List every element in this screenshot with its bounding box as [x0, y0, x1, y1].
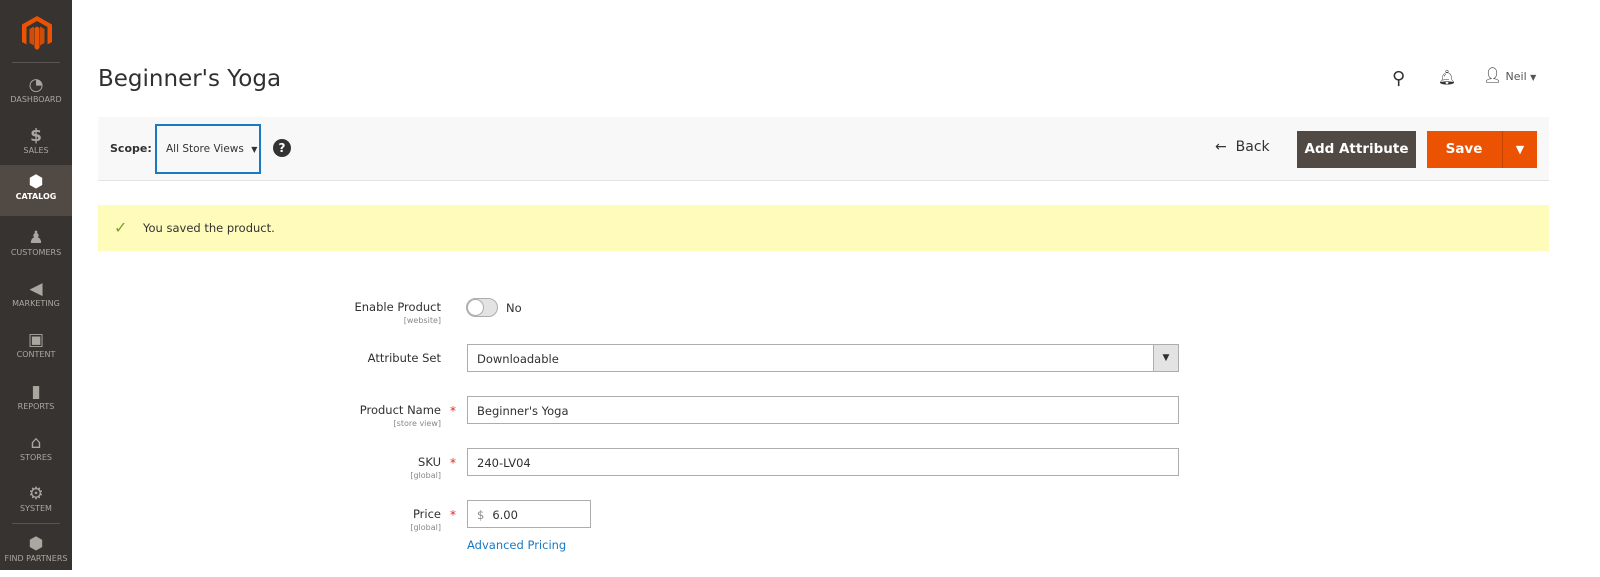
page-title: Beginner's Yoga — [98, 66, 282, 92]
required-marker: * — [450, 456, 456, 470]
admin-sidebar: ◔ DASHBOARD $ SALES ⬢ CATALOG ♟ CUSTOMERS ◀ M… — [0, 0, 72, 570]
save-options-toggle[interactable]: ▼ — [1502, 131, 1537, 168]
checkmark-icon: ✓ — [114, 218, 128, 237]
toggle-knob — [467, 299, 484, 316]
sidebar-divider — [12, 62, 60, 63]
scope-hint: [global] — [410, 471, 441, 480]
save-split-button: Save ▼ — [1427, 131, 1537, 168]
scope-label: Scope: — [110, 142, 152, 155]
store-icon: ⌂ — [30, 433, 42, 453]
sku-label: SKU — [418, 455, 441, 469]
user-menu[interactable]: 👤︎ Neil ▼ — [1483, 66, 1536, 84]
sidebar-item-sales[interactable]: $ SALES — [0, 119, 72, 169]
megaphone-icon: ◀ — [29, 279, 43, 299]
sidebar-item-reports[interactable]: ▮ REPORTS — [0, 375, 72, 425]
sidebar-divider — [12, 523, 60, 524]
scope-hint: [store view] — [393, 419, 441, 428]
chevron-down-icon: ▼ — [1153, 345, 1178, 371]
product-name-input[interactable]: Beginner's Yoga — [467, 396, 1179, 424]
dashboard-gauge-icon: ◔ — [28, 75, 44, 95]
sidebar-item-catalog[interactable]: ⬢ CATALOG — [0, 165, 72, 216]
advanced-pricing-link[interactable]: Advanced Pricing — [467, 538, 566, 552]
currency-symbol: $ — [477, 508, 485, 522]
scope-hint: [website] — [403, 316, 441, 325]
scope-switcher[interactable]: All Store Views ▼ — [155, 124, 261, 174]
chevron-down-icon: ▼ — [1530, 73, 1537, 82]
help-icon[interactable]: ? — [273, 139, 291, 157]
magento-logo[interactable] — [22, 16, 52, 50]
save-button[interactable]: Save — [1427, 131, 1501, 168]
bell-icon[interactable]: 🔔︎ — [1438, 70, 1456, 86]
dollar-icon: $ — [30, 126, 42, 146]
box-icon: ⬢ — [28, 172, 44, 192]
attribute-set-select[interactable]: Downloadable ▼ — [467, 344, 1179, 372]
product-name-label: Product Name — [359, 403, 441, 417]
user-icon: 👤︎ — [1483, 66, 1503, 84]
enable-product-label: Enable Product — [354, 300, 442, 314]
bar-chart-icon: ▮ — [31, 382, 41, 402]
blocks-icon: ⬢ — [28, 534, 44, 554]
back-button[interactable]: ← Back — [1215, 139, 1270, 155]
sidebar-item-content[interactable]: ▣ CONTENT — [0, 323, 72, 373]
sidebar-item-customers[interactable]: ♟ CUSTOMERS — [0, 221, 72, 271]
required-marker: * — [450, 404, 456, 418]
scope-hint: [global] — [410, 523, 441, 532]
sidebar-item-system[interactable]: ⚙ SYSTEM — [0, 477, 72, 527]
page-actions-toolbar: Scope: All Store Views ▼ ? ← Back Add At… — [98, 117, 1549, 181]
sidebar-item-dashboard[interactable]: ◔ DASHBOARD — [0, 68, 72, 118]
add-attribute-button[interactable]: Add Attribute — [1297, 131, 1416, 168]
price-label: Price — [412, 507, 441, 521]
sidebar-item-stores[interactable]: ⌂ STORES — [0, 426, 72, 476]
sku-input[interactable]: 240-LV04 — [467, 448, 1179, 476]
person-icon: ♟ — [28, 228, 44, 248]
layout-icon: ▣ — [27, 330, 45, 350]
enable-product-value: No — [506, 301, 522, 315]
chevron-down-icon: ▼ — [251, 145, 258, 154]
price-input[interactable]: $6.00 — [467, 500, 591, 528]
enable-product-toggle[interactable] — [466, 298, 498, 317]
success-message: ✓ You saved the product. — [98, 205, 1549, 251]
sidebar-item-marketing[interactable]: ◀ MARKETING — [0, 272, 72, 322]
search-icon[interactable]: ⚲ — [1392, 68, 1405, 89]
required-marker: * — [450, 508, 456, 522]
attribute-set-label: Attribute Set — [367, 351, 441, 365]
gear-icon: ⚙ — [28, 484, 44, 504]
arrow-left-icon: ← — [1215, 139, 1227, 155]
